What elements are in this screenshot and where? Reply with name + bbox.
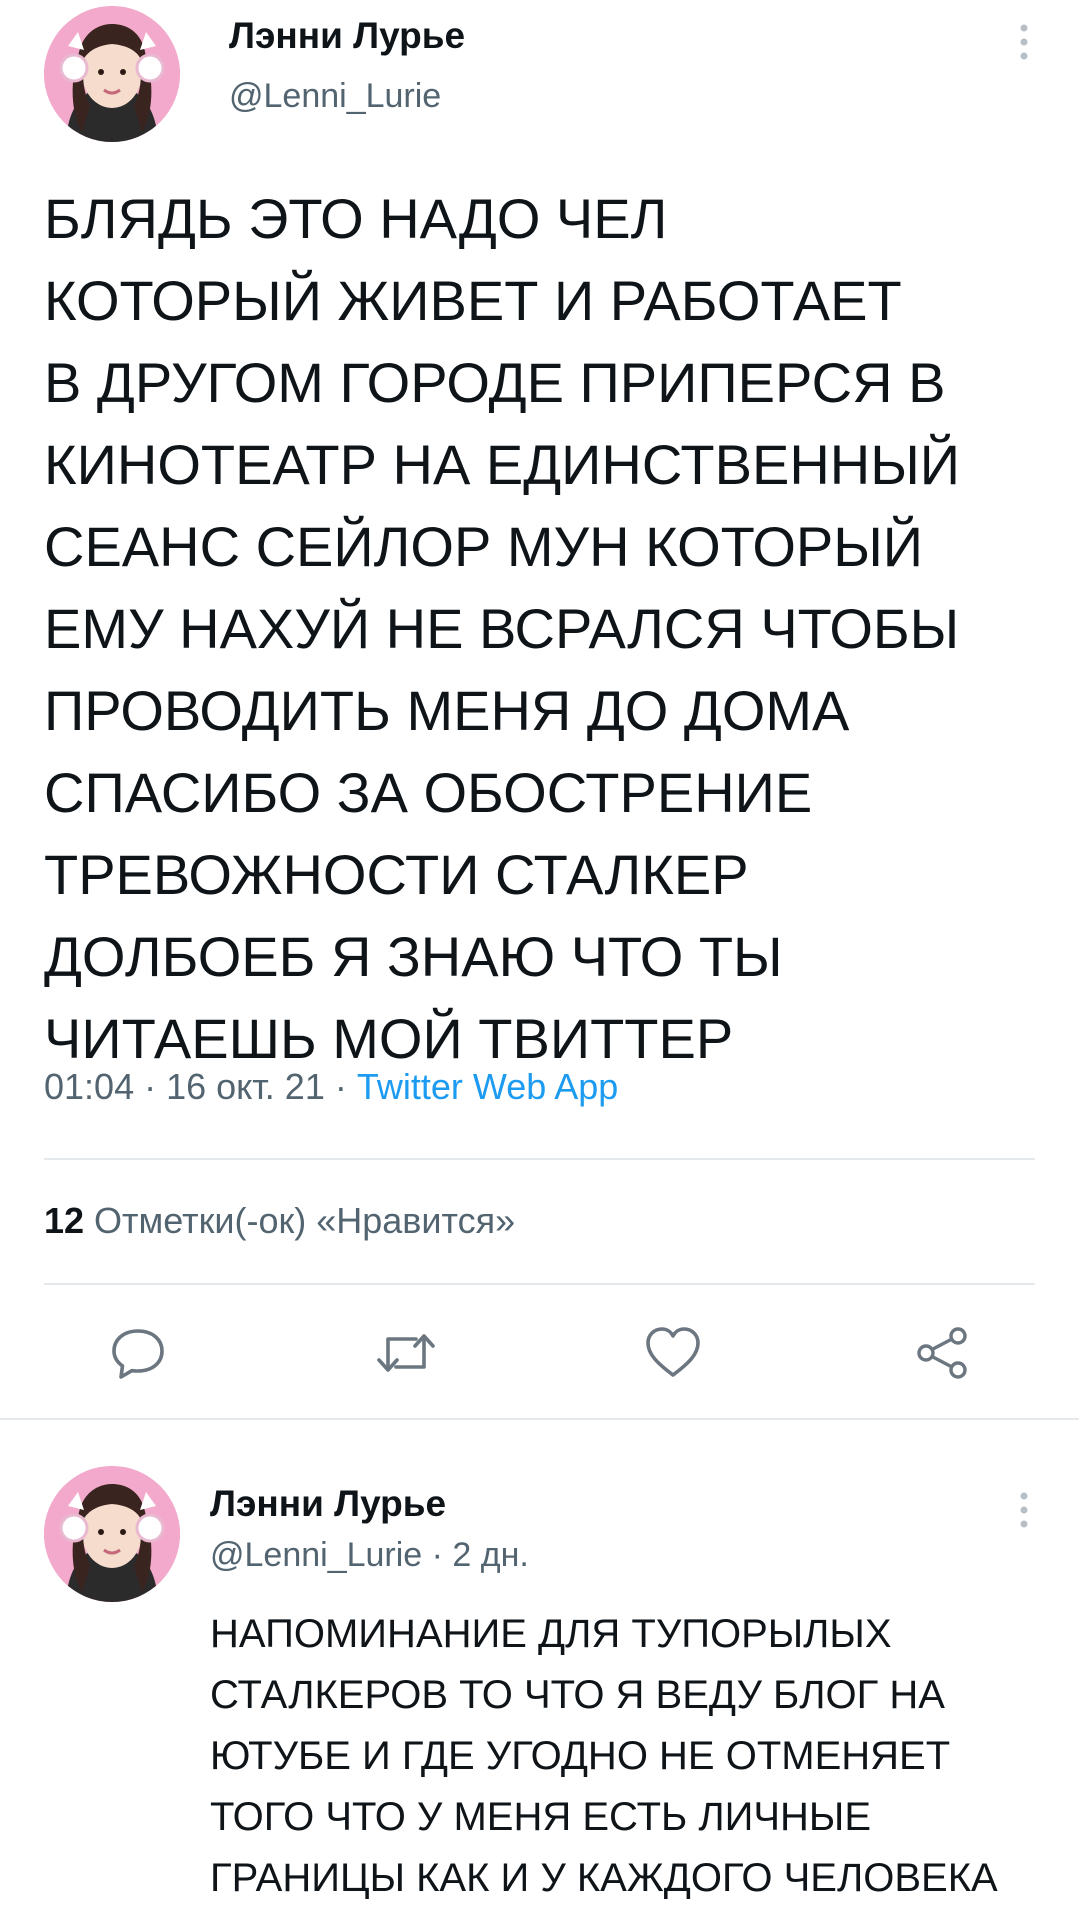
avatar-image [44, 6, 180, 142]
more-options-icon[interactable] [1012, 1490, 1036, 1534]
section-divider [0, 1418, 1079, 1420]
author-handle[interactable]: @Lenni_Lurie [229, 76, 441, 116]
divider [44, 1158, 1035, 1160]
share-icon [917, 1327, 967, 1379]
reply-button[interactable] [103, 1322, 173, 1384]
author-name[interactable]: Лэнни Лурье [229, 14, 465, 58]
retweet-icon [377, 1334, 435, 1372]
tweet-source-link[interactable]: Twitter Web App [357, 1066, 618, 1107]
tweet-meta: 01:04 · 16 окт. 21 · Twitter Web App [44, 1063, 618, 1111]
author-avatar[interactable] [44, 6, 180, 142]
reply-icon [112, 1329, 164, 1379]
retweet-button[interactable] [371, 1322, 441, 1384]
reply-tweet-text: НАПОМИНАНИЕ ДЛЯ ТУПОРЫЛЫХ СТАЛКЕРОВ ТО Ч… [210, 1612, 998, 1900]
avatar-image [44, 1466, 180, 1602]
tweet-text: БЛЯДЬ ЭТО НАДО ЧЕЛ КОТОРЫЙ ЖИВЕТ И РАБОТ… [44, 187, 961, 1070]
reply-author-name[interactable]: Лэнни Лурье [210, 1482, 446, 1526]
tweet-timestamp[interactable]: 01:04 · 16 окт. 21 · [44, 1066, 357, 1107]
divider [44, 1283, 1035, 1285]
more-options-icon[interactable] [1012, 22, 1036, 66]
likes-label: Отметки(-ок) «Нравится» [84, 1200, 516, 1241]
reply-author-handle[interactable]: @Lenni_Lurie · 2 дн. [210, 1535, 529, 1575]
heart-icon [646, 1327, 700, 1377]
like-button[interactable] [638, 1322, 708, 1384]
reply-author-avatar[interactable] [44, 1466, 180, 1602]
likes-summary[interactable]: 12 Отметки(-ок) «Нравится» [44, 1198, 515, 1244]
likes-count: 12 [44, 1200, 85, 1241]
share-button[interactable] [907, 1322, 977, 1384]
